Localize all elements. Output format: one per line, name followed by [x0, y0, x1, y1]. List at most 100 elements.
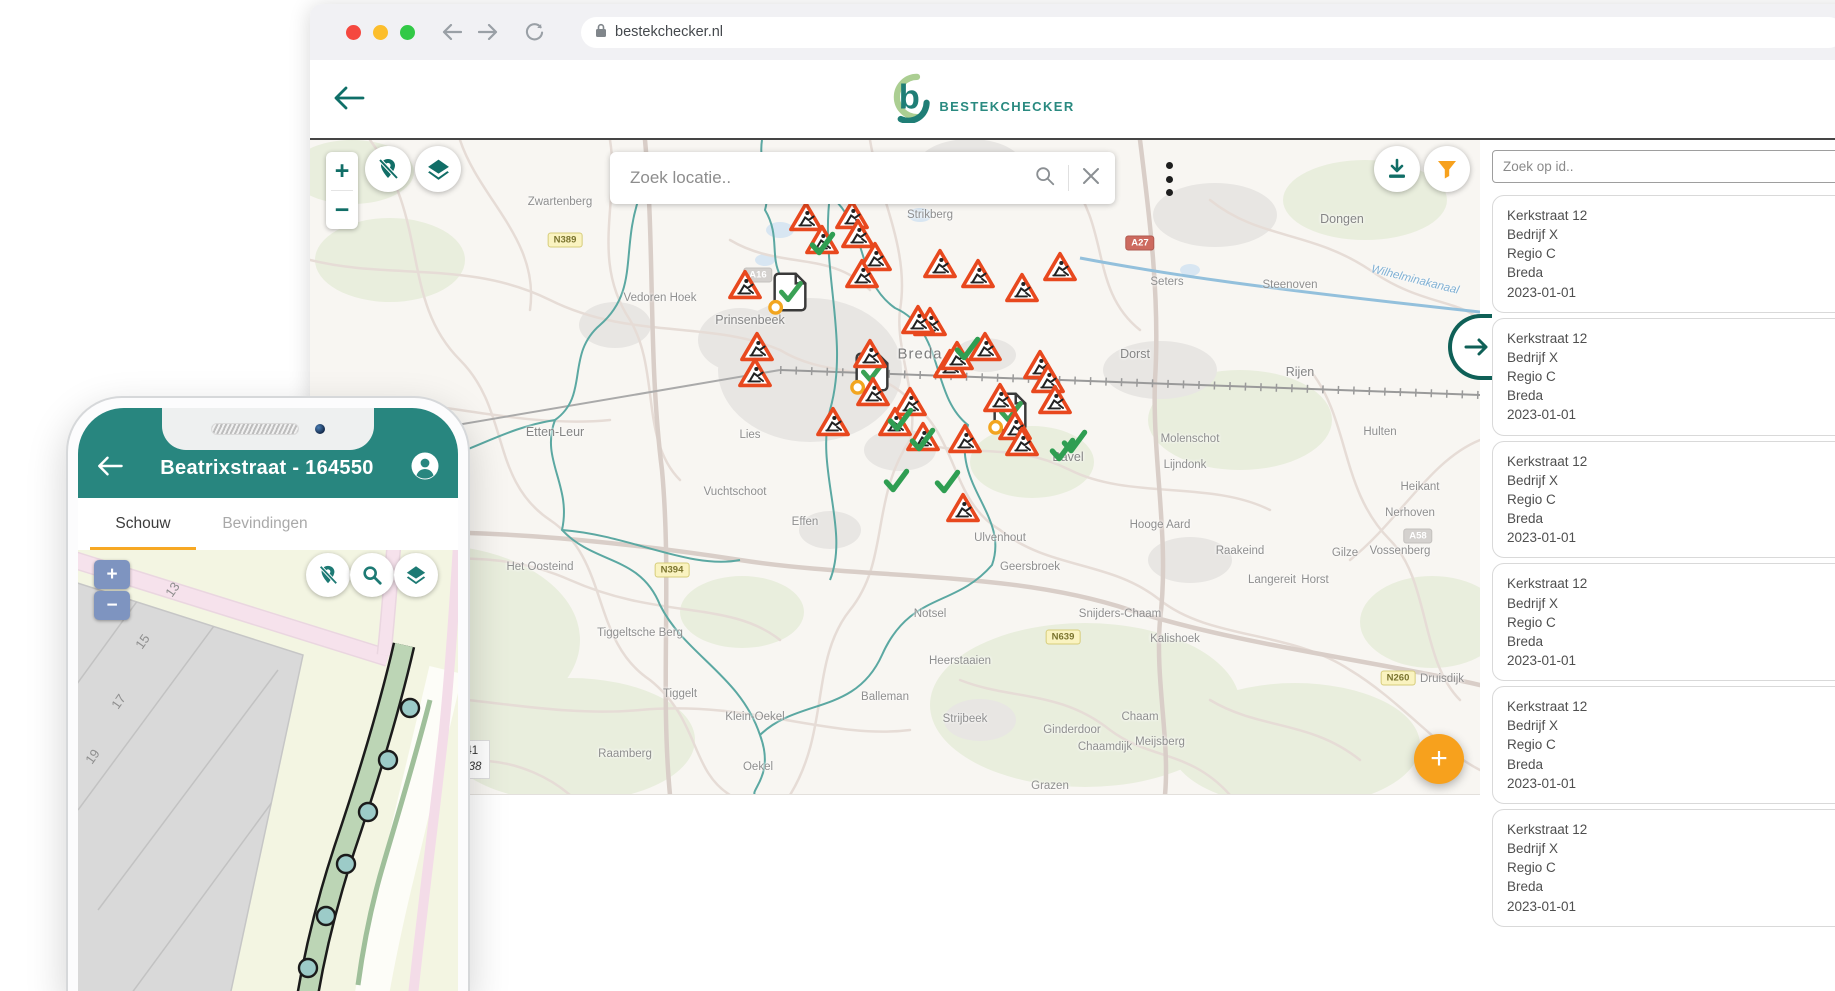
browser-reload-button[interactable]	[523, 21, 545, 43]
arrow-right-icon	[1464, 337, 1490, 357]
filter-button[interactable]	[1424, 146, 1470, 192]
filter-icon	[1435, 157, 1459, 181]
clear-search-icon[interactable]	[1081, 166, 1101, 191]
download-icon	[1385, 157, 1409, 181]
road-shield: N394	[655, 563, 690, 578]
roadwork-marker[interactable]	[922, 248, 958, 280]
document-marker[interactable]	[767, 269, 813, 315]
inspection-dot[interactable]	[317, 907, 335, 925]
card-line: Regio C	[1507, 858, 1835, 877]
url-text: bestekchecker.nl	[615, 24, 723, 40]
search-location-input[interactable]	[630, 168, 1034, 188]
card-line: Bedrijf X	[1507, 225, 1835, 244]
account-icon[interactable]	[410, 451, 440, 486]
phone-layers-button[interactable]	[394, 553, 438, 597]
add-button[interactable]: +	[1414, 734, 1464, 784]
result-card[interactable]: Kerkstraat 12Bedrijf XRegio CBreda2023-0…	[1492, 686, 1835, 804]
search-icon[interactable]	[1034, 165, 1056, 192]
close-window-button[interactable]	[346, 25, 361, 40]
roadwork-marker[interactable]	[1004, 426, 1040, 458]
tab-bevindingen[interactable]: Bevindingen	[196, 498, 334, 550]
card-line: Bedrijf X	[1507, 348, 1835, 367]
roadwork-marker[interactable]	[960, 258, 996, 290]
phone-location-off-button[interactable]	[306, 553, 350, 597]
check-marker[interactable]	[809, 232, 836, 257]
roadwork-marker[interactable]	[1004, 272, 1040, 304]
card-line: Bedrijf X	[1507, 716, 1835, 735]
download-button[interactable]	[1374, 146, 1420, 192]
result-card[interactable]: Kerkstraat 12Bedrijf XRegio CBreda2023-0…	[1492, 441, 1835, 559]
map-options-menu[interactable]	[1156, 158, 1182, 200]
roadwork-marker[interactable]	[1037, 384, 1073, 416]
phone-page-title: Beatrixstraat - 164550	[124, 457, 410, 480]
inspection-dot[interactable]	[379, 751, 397, 769]
layers-icon	[426, 157, 451, 182]
roadwork-marker[interactable]	[852, 338, 888, 370]
card-line: 2023-01-01	[1507, 897, 1835, 916]
roadwork-marker[interactable]	[844, 258, 880, 290]
inspection-dot[interactable]	[337, 855, 355, 873]
result-card[interactable]: Kerkstraat 12Bedrijf XRegio CBreda2023-0…	[1492, 195, 1835, 313]
card-line: Breda	[1507, 263, 1835, 282]
search-id-input[interactable]	[1492, 150, 1835, 183]
maximize-window-button[interactable]	[400, 25, 415, 40]
card-line: Kerkstraat 12	[1507, 574, 1835, 593]
roadwork-marker[interactable]	[947, 423, 983, 455]
app-back-arrow[interactable]	[332, 84, 366, 112]
phone-zoom-in-button[interactable]: +	[94, 560, 130, 589]
check-marker[interactable]	[1061, 430, 1088, 455]
roadwork-marker[interactable]	[727, 269, 763, 301]
road-shield: A58	[1403, 529, 1432, 544]
phone-search-button[interactable]	[350, 553, 394, 597]
phone-back-arrow[interactable]	[96, 454, 124, 483]
roadwork-marker[interactable]	[855, 376, 891, 408]
map-background	[310, 140, 1480, 795]
phone-zoom-out-button[interactable]: −	[94, 591, 130, 620]
phone-map-background: 13151719	[78, 550, 458, 991]
roadwork-marker[interactable]	[1042, 251, 1078, 283]
inspection-dot[interactable]	[401, 699, 419, 717]
map-canvas[interactable]: N389A27A16N394N639A58N260 ZwartenbergStr…	[310, 140, 1480, 795]
result-card[interactable]: Kerkstraat 12Bedrijf XRegio CBreda2023-0…	[1492, 809, 1835, 927]
zoom-out-button[interactable]: −	[326, 191, 358, 229]
phone-map[interactable]: 13151719 + −	[78, 550, 458, 991]
phone-frame: Beatrixstraat - 164550 Schouw Bevindinge…	[66, 396, 470, 991]
browser-forward-button[interactable]	[477, 21, 499, 43]
roadwork-marker[interactable]	[900, 304, 936, 336]
check-marker[interactable]	[909, 428, 936, 453]
card-line: Bedrijf X	[1507, 471, 1835, 490]
layers-icon	[405, 564, 427, 586]
inspection-dot[interactable]	[299, 959, 317, 977]
browser-toolbar: bestekchecker.nl	[310, 4, 1835, 60]
check-marker[interactable]	[954, 337, 981, 362]
url-bar[interactable]: bestekchecker.nl	[581, 17, 1835, 48]
card-line: Kerkstraat 12	[1507, 697, 1835, 716]
layers-button[interactable]	[415, 146, 461, 192]
phone-screen: Beatrixstraat - 164550 Schouw Bevindinge…	[78, 408, 458, 991]
roadwork-marker[interactable]	[737, 357, 773, 389]
lock-icon	[595, 23, 607, 42]
result-card[interactable]: Kerkstraat 12Bedrijf XRegio CBreda2023-0…	[1492, 563, 1835, 681]
roadwork-marker[interactable]	[815, 406, 851, 438]
check-marker[interactable]	[883, 469, 910, 494]
road-shield: A27	[1125, 236, 1154, 251]
card-line: 2023-01-01	[1507, 405, 1835, 424]
tab-schouw[interactable]: Schouw	[90, 498, 196, 550]
map-zoom-control: + −	[326, 152, 358, 229]
front-camera	[315, 424, 325, 434]
zoom-in-button[interactable]: +	[326, 152, 358, 190]
browser-back-button[interactable]	[441, 21, 463, 43]
minimize-window-button[interactable]	[373, 25, 388, 40]
card-line: Kerkstraat 12	[1507, 820, 1835, 839]
location-off-button[interactable]	[365, 146, 411, 192]
result-card[interactable]: Kerkstraat 12Bedrijf XRegio CBreda2023-0…	[1492, 318, 1835, 436]
card-line: 2023-01-01	[1507, 528, 1835, 547]
card-line: Bedrijf X	[1507, 839, 1835, 858]
check-marker[interactable]	[934, 470, 961, 495]
inspection-dot[interactable]	[359, 803, 377, 821]
roadwork-marker[interactable]	[945, 492, 981, 524]
card-line: 2023-01-01	[1507, 774, 1835, 793]
svg-text:b: b	[899, 78, 920, 116]
card-line: Breda	[1507, 509, 1835, 528]
phone-tab-bar: Schouw Bevindingen	[78, 498, 458, 550]
